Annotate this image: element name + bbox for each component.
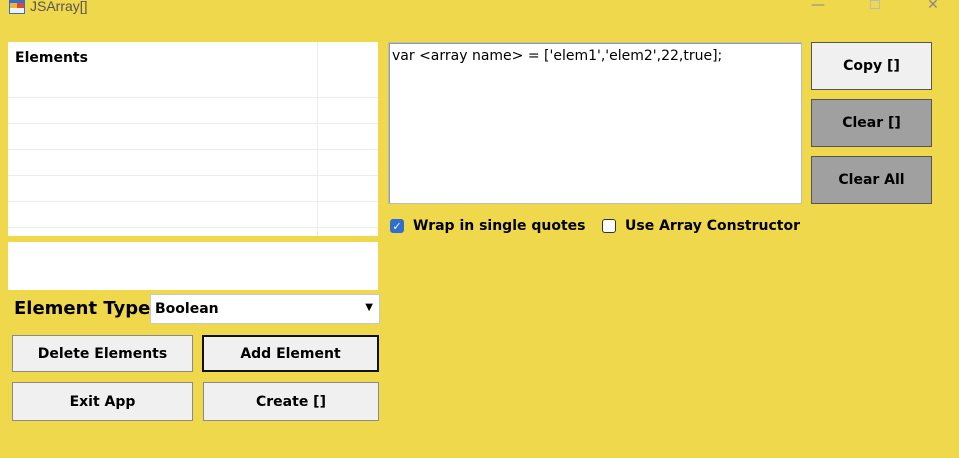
row-line [8, 149, 378, 150]
wrap-single-quotes-option[interactable]: ✓ Wrap in single quotes [390, 217, 586, 235]
element-type-label: Element Type [14, 298, 151, 319]
row-line [8, 97, 378, 98]
element-value-input[interactable] [8, 242, 378, 290]
wrap-single-quotes-checkbox[interactable]: ✓ [390, 219, 404, 233]
exit-app-label: Exit App [69, 393, 136, 410]
copy-array-label: Copy [] [843, 58, 900, 74]
elements-list[interactable]: Elements [8, 42, 378, 236]
minimize-icon: — [811, 0, 825, 13]
create-array-label: Create [] [256, 393, 326, 410]
maximize-icon [870, 0, 880, 9]
delete-elements-label: Delete Elements [37, 345, 168, 362]
clear-all-label: Clear All [838, 172, 905, 188]
wrap-single-quotes-label[interactable]: Wrap in single quotes [413, 218, 586, 234]
column-divider [317, 42, 318, 236]
chevron-down-icon[interactable]: ▼ [365, 302, 373, 313]
close-button[interactable]: ✕ [910, 0, 956, 14]
add-element-button[interactable]: Add Element [202, 335, 379, 372]
close-icon: ✕ [927, 0, 939, 13]
minimize-button[interactable]: — [795, 0, 841, 14]
array-output-textarea[interactable]: var <array name> = ['elem1','elem2',22,t… [388, 42, 802, 204]
exit-app-button[interactable]: Exit App [12, 382, 193, 421]
create-array-button[interactable]: Create [] [203, 382, 379, 421]
element-type-selected: Boolean [155, 301, 219, 317]
app-window-icon [9, 0, 25, 14]
copy-array-button[interactable]: Copy [] [811, 42, 932, 90]
row-line [8, 123, 378, 124]
clear-array-label: Clear [] [842, 115, 901, 131]
row-line [8, 227, 378, 228]
add-element-label: Add Element [240, 345, 341, 362]
window-title: JSArray[] [30, 0, 88, 14]
use-array-constructor-option[interactable]: Use Array Constructor [602, 217, 800, 235]
row-line [8, 175, 378, 176]
clear-all-button[interactable]: Clear All [811, 156, 932, 204]
column-header-elements[interactable]: Elements [15, 50, 88, 66]
row-line [8, 201, 378, 202]
use-array-constructor-label[interactable]: Use Array Constructor [625, 218, 800, 234]
delete-elements-button[interactable]: Delete Elements [12, 335, 193, 372]
title-bar: JSArray[] — ✕ [0, 0, 959, 24]
element-type-select[interactable]: Boolean ▼ [150, 294, 380, 324]
clear-array-button[interactable]: Clear [] [811, 99, 932, 147]
list-header: Elements [8, 42, 378, 72]
maximize-button[interactable] [852, 0, 898, 14]
use-array-constructor-checkbox[interactable] [602, 219, 616, 233]
